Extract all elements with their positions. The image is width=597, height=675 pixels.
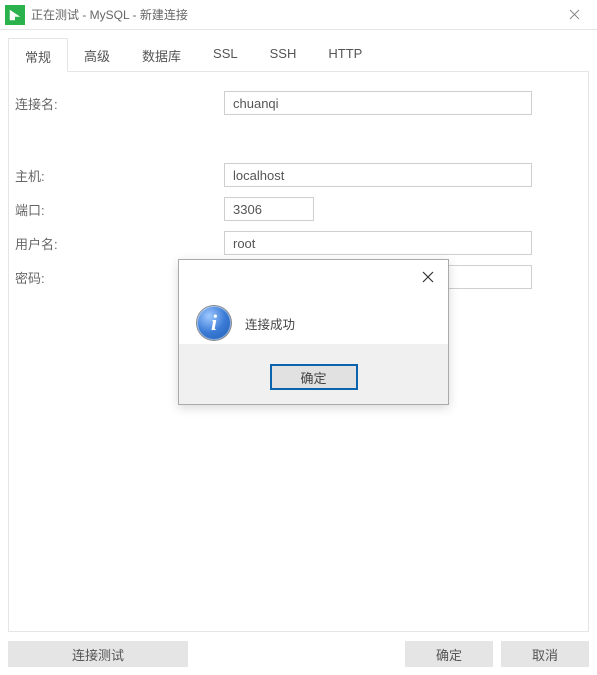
message-dialog: i 连接成功 确定	[178, 259, 449, 405]
tab-database[interactable]: 数据库	[126, 38, 197, 71]
tab-ssl[interactable]: SSL	[197, 38, 254, 71]
message-dialog-titlebar	[179, 260, 448, 294]
input-user[interactable]	[224, 231, 532, 255]
tab-general[interactable]: 常规	[8, 38, 68, 72]
window-close-button[interactable]	[551, 0, 597, 30]
row-port: 端口:	[9, 196, 570, 222]
label-port: 端口:	[9, 200, 224, 219]
input-port[interactable]	[224, 197, 314, 221]
tab-advanced[interactable]: 高级	[68, 38, 126, 71]
row-user: 用户名:	[9, 230, 570, 256]
window-title: 正在测试 - MySQL - 新建连接	[31, 6, 551, 23]
label-host: 主机:	[9, 166, 224, 185]
tab-strip: 常规 高级 数据库 SSL SSH HTTP	[8, 38, 589, 72]
message-dialog-buttons: 确定	[179, 344, 448, 404]
info-icon: i	[197, 306, 231, 340]
ok-button[interactable]: 确定	[405, 641, 493, 667]
close-icon	[422, 271, 434, 283]
message-dialog-ok-button[interactable]: 确定	[270, 364, 358, 390]
app-icon	[5, 5, 25, 25]
tab-ssh[interactable]: SSH	[254, 38, 313, 71]
close-icon	[569, 9, 580, 20]
input-connection-name[interactable]	[224, 91, 532, 115]
message-dialog-text: 连接成功	[245, 314, 295, 333]
cancel-button[interactable]: 取消	[501, 641, 589, 667]
label-connection-name: 连接名:	[9, 94, 224, 113]
titlebar: 正在测试 - MySQL - 新建连接	[0, 0, 597, 30]
message-dialog-body: i 连接成功	[179, 294, 448, 344]
input-host[interactable]	[224, 163, 532, 187]
row-connection-name: 连接名:	[9, 90, 570, 116]
label-user: 用户名:	[9, 234, 224, 253]
dialog-button-row: 连接测试 确定 取消	[8, 632, 589, 667]
message-dialog-close-button[interactable]	[408, 260, 448, 294]
test-connection-button[interactable]: 连接测试	[8, 641, 188, 667]
row-host: 主机:	[9, 162, 570, 188]
tab-http[interactable]: HTTP	[312, 38, 378, 71]
spacer	[196, 641, 397, 667]
